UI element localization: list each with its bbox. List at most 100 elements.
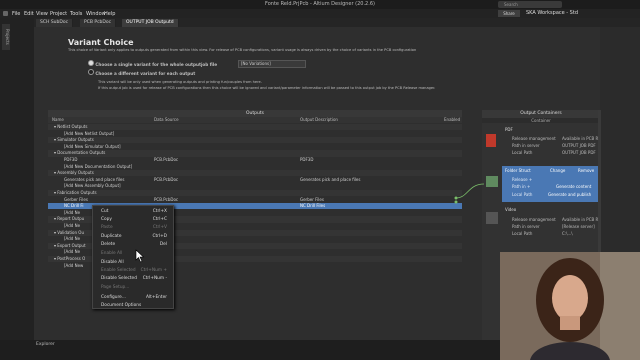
context-menu-item[interactable]: Document Options [101, 303, 171, 308]
output-row[interactable]: [Add New Simulator Output] [48, 144, 462, 150]
menu-item-label: Page Setup... [101, 285, 130, 291]
output-section-row[interactable]: ▾ Documentation Outputs [48, 150, 462, 157]
output-source: PCB.PcbDoc [154, 196, 179, 202]
output-source: PCB.PcbDoc [154, 176, 179, 182]
context-menu-item[interactable]: Duplicate Ctrl+D [101, 234, 171, 239]
share-button[interactable]: Share [498, 10, 520, 17]
output-row[interactable]: [Add New Assembly Output] [48, 183, 462, 189]
output-description: Gerber Files [300, 196, 324, 202]
connector-lines [454, 183, 485, 204]
variant-note-2: If this output job is used for release o… [98, 86, 436, 90]
radio-each[interactable] [88, 69, 94, 75]
output-row[interactable]: Gerber Files PCB.PcbDoc Gerber Files [48, 197, 462, 203]
menu-project[interactable]: Project [50, 11, 67, 17]
menu-item-label: Enable All [101, 251, 123, 257]
explorer-tab[interactable]: Explorer [36, 342, 55, 347]
context-menu-item[interactable]: Delete Del [101, 242, 171, 247]
output-row[interactable]: Generates pick and place files PCB.PcbDoc… [48, 177, 462, 183]
context-menu-item[interactable]: Paste Ctrl+V [101, 225, 171, 230]
menu-item-shortcut: Ctrl+V [152, 225, 167, 231]
variant-note-1: This variant will be only used when gene… [98, 80, 262, 84]
left-panel-strip: Projects [0, 18, 35, 340]
output-name: ▾ PostProcess O [54, 256, 86, 261]
output-row[interactable]: [Add New Documentation Output] [48, 164, 462, 170]
context-menu-item[interactable]: Copy Ctrl+C [101, 217, 171, 222]
menu-file[interactable]: File [12, 11, 20, 17]
search-input[interactable]: Search [498, 1, 562, 8]
col-output-description[interactable]: Output Description [300, 117, 338, 123]
pdf-row-label: Release management [512, 136, 556, 141]
menu-view[interactable]: View [36, 11, 48, 17]
pdf-row-value: OUTPUT JOB PDF [562, 143, 596, 148]
menu-item-label: Disable All [101, 259, 124, 265]
tab-sch[interactable]: SCH SubDoc [36, 19, 74, 27]
menu-item-label: Copy [101, 217, 112, 223]
video-container-title: Video [505, 207, 517, 212]
output-section-row[interactable]: ▾ Fabrication Outputs [48, 190, 462, 197]
video-row-label: Release management [512, 217, 556, 222]
output-name: ▾ Report Outpu [54, 216, 85, 222]
output-section-row[interactable]: ▾ Netlist Outputs [48, 124, 462, 131]
workspace-label[interactable]: SKA Workspace - Std [526, 10, 578, 16]
menu-tools[interactable]: Tools [70, 11, 82, 17]
pdf-icon [486, 134, 496, 147]
variant-option-each[interactable]: Choose a different variant for each outp… [88, 69, 195, 76]
output-name: ▾ Netlist Outputs [54, 124, 88, 129]
webcam-overlay [500, 252, 640, 360]
context-menu-item[interactable]: Configure... Alt+Enter [101, 295, 171, 300]
col-data-source[interactable]: Data Source [154, 117, 179, 123]
menu-item-shortcut: Alt+Enter [146, 294, 167, 300]
output-section-row[interactable]: ▾ Assembly Outputs [48, 170, 462, 177]
output-row[interactable]: PDF3D PCB.PcbDoc PDF3D [48, 157, 462, 163]
video-row-value: C:\...\ [562, 231, 573, 236]
output-name: Generates pick and place files [64, 176, 125, 182]
variant-description: This choice of Variant only applies to o… [68, 48, 417, 52]
menu-item-shortcut: Ctrl+Num + [140, 267, 167, 273]
pdf-row-label: Local Path [512, 150, 533, 155]
menu-window[interactable]: Window [86, 11, 106, 17]
tab-output-job[interactable]: OUTPUT JOB Outputd [122, 19, 179, 27]
menu-item-label: Cut [101, 209, 109, 214]
menu-help[interactable]: Help [104, 11, 115, 17]
containers-header: Output Containers [482, 110, 600, 118]
projects-panel-tab[interactable]: Projects [2, 24, 10, 50]
generate-content-link[interactable]: Generate content [556, 184, 591, 189]
output-name: ▾ Documentation Outputs [54, 150, 106, 156]
output-name: [Add Ne [64, 209, 81, 215]
output-name: [Add New Assembly Output] [64, 183, 121, 189]
video-icon [486, 212, 498, 224]
menu-edit[interactable]: Edit [24, 11, 34, 17]
context-menu-item[interactable]: Enable Selected Ctrl+Num + [101, 268, 171, 273]
tab-pcb[interactable]: PCB PcbDoc [80, 19, 117, 27]
remove-link[interactable]: Remove [578, 168, 594, 173]
menu-item-label: Enable Selected [101, 267, 136, 273]
change-link[interactable]: Change [550, 168, 565, 173]
radio-single[interactable] [88, 60, 94, 66]
context-menu-item[interactable]: Page Setup... [101, 285, 171, 290]
output-section-row[interactable]: ▾ Simulator Outputs [48, 137, 462, 144]
context-menu-item[interactable]: Cut Ctrl+X [101, 209, 171, 214]
variant-select[interactable]: [No Variations] [238, 60, 306, 68]
video-row-value: Available in PCB R [562, 217, 599, 222]
col-enabled[interactable]: Enabled [444, 117, 460, 123]
output-row[interactable]: [Add New Netlist Output] [48, 131, 462, 137]
menu-item-shortcut: Ctrl+C [152, 217, 167, 223]
output-name: ▾ Simulator Outputs [54, 137, 94, 143]
folder-row-label: Release + [512, 177, 533, 182]
video-row-label: Path in server [512, 224, 540, 229]
menu-item-shortcut: Ctrl+D [152, 233, 167, 239]
output-source: PCB.PcbDoc [154, 157, 179, 162]
output-name: ▾ Export Output [54, 242, 86, 248]
output-name: [Add New Documentation Output] [64, 163, 133, 169]
menu-item-label: Paste [101, 225, 113, 231]
output-description: Generates pick and place files [300, 176, 361, 182]
containers-column: Container [482, 118, 600, 123]
menu-item-label: Disable Selected [101, 275, 137, 281]
variant-option-single[interactable]: Choose a single variant for the whole ou… [88, 60, 217, 67]
folder-container-title: Folder Struct [505, 168, 531, 173]
context-menu-item[interactable]: Disable Selected Ctrl+Num - [101, 276, 171, 281]
pdf-row-value: Available in PCB R [562, 136, 599, 141]
generate-publish-link[interactable]: Generate and publish [548, 192, 591, 197]
col-name[interactable]: Name [52, 117, 64, 123]
app-icon [3, 11, 8, 16]
